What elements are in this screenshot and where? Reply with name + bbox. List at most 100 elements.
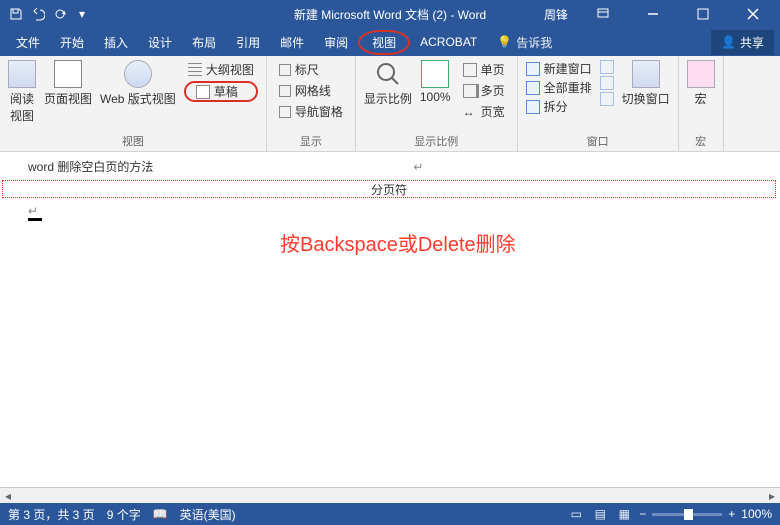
status-words[interactable]: 9 个字 — [107, 506, 141, 523]
status-bar: 第 3 页，共 3 页 9 个字 📖 英语(美国) ▭ ▤ ▦ − + 100% — [0, 503, 780, 525]
share-button[interactable]: 👤共享 — [711, 30, 774, 55]
tab-review[interactable]: 审阅 — [314, 30, 358, 55]
arrange-label: 全部重排 — [544, 79, 592, 96]
read-view-button[interactable]: 阅读 视图 — [8, 60, 36, 124]
document-area[interactable]: word 删除空白页的方法↵ 分页符 ↵ 按Backspace或Delete删除 — [0, 152, 780, 487]
view-print-icon[interactable]: ▤ — [591, 506, 609, 522]
tab-insert[interactable]: 插入 — [94, 30, 138, 55]
gridlines-checkbox[interactable]: 网格线 — [275, 81, 347, 100]
magnifier-icon — [374, 60, 402, 88]
group-window: 新建窗口 全部重排 拆分 切换窗口 窗口 — [518, 56, 679, 151]
grid-label: 网格线 — [295, 82, 331, 99]
web-view-button[interactable]: Web 版式视图 — [100, 60, 176, 107]
view-read-icon[interactable]: ▭ — [567, 506, 585, 522]
new-window-label: 新建窗口 — [544, 60, 592, 77]
macro-button[interactable]: 宏 — [687, 60, 715, 107]
arrange-all-button[interactable]: 全部重排 — [526, 79, 592, 96]
tab-acrobat[interactable]: ACROBAT — [410, 31, 487, 53]
switch-window-label: 切换窗口 — [622, 90, 670, 107]
macro-label: 宏 — [695, 90, 707, 107]
text-cursor — [28, 218, 42, 221]
group-window-label: 窗口 — [587, 131, 609, 149]
title-bar: ▾ 新建 Microsoft Word 文档 (2) - Word 周锋 — [0, 0, 780, 28]
page-width-label: 页宽 — [481, 103, 505, 120]
multi-page-label: 多页 — [481, 82, 505, 99]
zoom-in-button[interactable]: + — [728, 507, 735, 521]
checkbox-icon — [279, 85, 291, 97]
share-icon: 👤 — [721, 35, 736, 49]
quick-access-toolbar: ▾ — [0, 6, 90, 22]
user-name[interactable]: 周锋 — [544, 6, 568, 23]
checkbox-icon — [279, 106, 291, 118]
switch-window-button[interactable]: 切换窗口 — [622, 60, 670, 107]
multi-page-button[interactable]: 多页 — [459, 81, 509, 100]
group-show-label: 显示 — [300, 131, 322, 149]
ribbon-options-icon[interactable] — [580, 0, 626, 28]
qat-dropdown-icon[interactable]: ▾ — [74, 6, 90, 22]
redo-icon[interactable] — [52, 6, 68, 22]
zoom-button[interactable]: 显示比例 — [364, 60, 412, 107]
side-by-side-button — [600, 60, 614, 74]
page-width-button[interactable]: ↔页宽 — [459, 102, 509, 121]
tab-references[interactable]: 引用 — [226, 30, 270, 55]
minimize-button[interactable] — [630, 0, 676, 28]
new-window-icon — [526, 62, 540, 76]
read-view-icon — [8, 60, 36, 88]
ruler-checkbox[interactable]: 标尺 — [275, 60, 347, 79]
horizontal-scrollbar[interactable]: ◂ ▸ — [0, 487, 780, 503]
view-web-icon[interactable]: ▦ — [615, 506, 633, 522]
one-page-label: 单页 — [481, 61, 505, 78]
tab-home[interactable]: 开始 — [50, 30, 94, 55]
pilcrow-icon: ↵ — [28, 204, 38, 218]
page-view-label: 页面视图 — [44, 90, 92, 107]
split-button[interactable]: 拆分 — [526, 98, 592, 115]
page-break-label: 分页符 — [371, 181, 407, 198]
checkbox-icon — [279, 64, 291, 76]
status-page[interactable]: 第 3 页，共 3 页 — [8, 506, 95, 523]
zoom-out-button[interactable]: − — [639, 507, 646, 521]
bulb-icon: 💡 — [497, 35, 512, 49]
one-page-button[interactable]: 单页 — [459, 60, 509, 79]
group-show: 标尺 网格线 导航窗格 显示 — [267, 56, 356, 151]
new-window-button[interactable]: 新建窗口 — [526, 60, 592, 77]
outline-view-button[interactable]: 大纲视图 — [184, 60, 258, 79]
group-views: 阅读 视图 页面视图 Web 版式视图 大纲视图 草稿 视图 — [0, 56, 267, 151]
save-icon[interactable] — [8, 6, 24, 22]
tab-layout[interactable]: 布局 — [182, 30, 226, 55]
tell-me-label: 告诉我 — [516, 34, 552, 51]
doc-line-1: word 删除空白页的方法↵ — [28, 158, 423, 175]
outline-label: 大纲视图 — [206, 61, 254, 78]
reset-icon — [600, 92, 614, 106]
nav-pane-checkbox[interactable]: 导航窗格 — [275, 102, 347, 121]
zoom-100-icon — [421, 60, 449, 88]
scroll-right-icon[interactable]: ▸ — [764, 488, 780, 504]
zoom-label: 显示比例 — [364, 90, 412, 107]
switch-window-icon — [632, 60, 660, 88]
tab-design[interactable]: 设计 — [138, 30, 182, 55]
group-zoom: 显示比例 100% 单页 多页 ↔页宽 显示比例 — [356, 56, 518, 151]
doc-line-2: ↵ — [28, 202, 38, 218]
status-language[interactable]: 英语(美国) — [180, 506, 236, 523]
tab-mailings[interactable]: 邮件 — [270, 30, 314, 55]
scroll-left-icon[interactable]: ◂ — [0, 488, 16, 504]
group-zoom-label: 显示比例 — [414, 131, 458, 149]
draft-view-button[interactable]: 草稿 — [184, 81, 258, 102]
page-break-marker[interactable]: 分页符 — [2, 180, 776, 198]
close-button[interactable] — [730, 0, 776, 28]
proofing-icon[interactable]: 📖 — [153, 507, 168, 521]
nav-label: 导航窗格 — [295, 103, 343, 120]
zoom-slider[interactable] — [652, 513, 722, 516]
page-view-button[interactable]: 页面视图 — [44, 60, 92, 107]
zoom-100-button[interactable]: 100% — [420, 60, 451, 104]
tell-me[interactable]: 💡 告诉我 — [497, 34, 552, 51]
group-macro: 宏 宏 — [679, 56, 724, 151]
draft-icon — [196, 85, 210, 99]
annotation-text: 按Backspace或Delete删除 — [280, 228, 516, 257]
maximize-button[interactable] — [680, 0, 726, 28]
zoom-level[interactable]: 100% — [741, 507, 772, 521]
split-icon — [526, 100, 540, 114]
undo-icon[interactable] — [30, 6, 46, 22]
tab-view[interactable]: 视图 — [358, 30, 410, 55]
read-view-label: 阅读 视图 — [10, 90, 34, 124]
tab-file[interactable]: 文件 — [6, 30, 50, 55]
